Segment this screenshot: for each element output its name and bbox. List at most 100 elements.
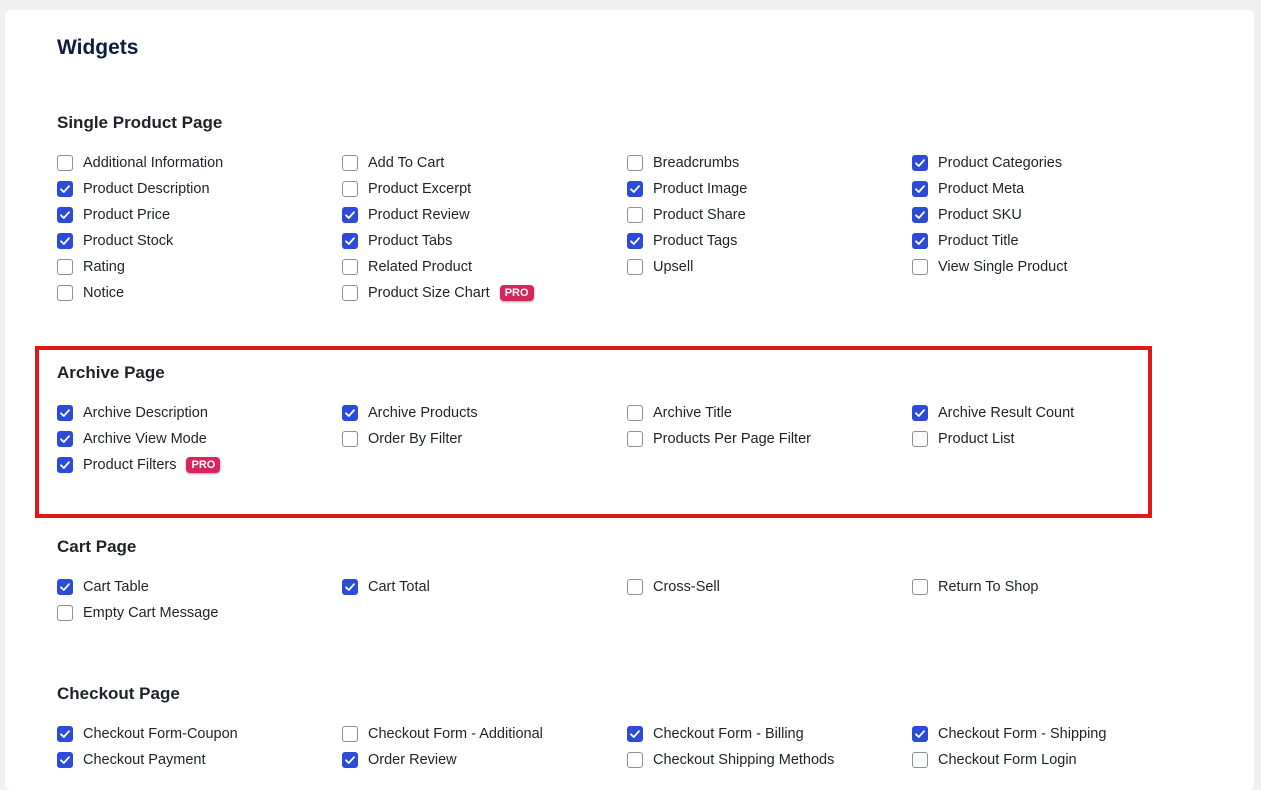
- widget-option[interactable]: Related Product: [342, 254, 627, 280]
- widget-option[interactable]: Product Review: [342, 202, 627, 228]
- widget-checkbox[interactable]: [627, 207, 643, 223]
- widget-option[interactable]: Checkout Form Login: [912, 747, 1157, 773]
- widget-checkbox[interactable]: [627, 181, 643, 197]
- widget-option[interactable]: Checkout Form - Shipping: [912, 721, 1157, 747]
- widget-checkbox[interactable]: [912, 155, 928, 171]
- widget-checkbox[interactable]: [912, 726, 928, 742]
- widget-checkbox[interactable]: [342, 259, 358, 275]
- widget-checkbox[interactable]: [342, 405, 358, 421]
- widget-option[interactable]: Checkout Form - Additional: [342, 721, 627, 747]
- widget-option[interactable]: Archive View Mode: [57, 426, 342, 452]
- widget-option[interactable]: Product Tags: [627, 228, 912, 254]
- widget-option[interactable]: Product SKU: [912, 202, 1157, 228]
- widget-checkbox[interactable]: [627, 259, 643, 275]
- widget-option[interactable]: Rating: [57, 254, 342, 280]
- widget-option[interactable]: Product Size Chart PRO: [342, 280, 627, 306]
- widget-option[interactable]: Empty Cart Message: [57, 600, 342, 626]
- widget-checkbox[interactable]: [57, 155, 73, 171]
- widget-option[interactable]: Product Filters PRO: [57, 452, 342, 478]
- widget-checkbox[interactable]: [912, 181, 928, 197]
- widget-option[interactable]: Checkout Payment: [57, 747, 342, 773]
- widget-checkbox[interactable]: [342, 726, 358, 742]
- widget-checkbox[interactable]: [57, 726, 73, 742]
- widget-option[interactable]: Archive Products: [342, 400, 627, 426]
- widget-checkbox[interactable]: [342, 579, 358, 595]
- widget-checkbox[interactable]: [342, 752, 358, 768]
- widget-checkbox[interactable]: [342, 207, 358, 223]
- widget-option[interactable]: Product Stock: [57, 228, 342, 254]
- widget-option[interactable]: Cart Table: [57, 574, 342, 600]
- widget-option[interactable]: Notice: [57, 280, 342, 306]
- widget-label: Archive Products: [368, 405, 478, 421]
- widget-checkbox[interactable]: [627, 431, 643, 447]
- widget-option[interactable]: Cart Total: [342, 574, 627, 600]
- widget-checkbox[interactable]: [627, 579, 643, 595]
- widget-checkbox[interactable]: [57, 233, 73, 249]
- widget-checkbox[interactable]: [342, 431, 358, 447]
- page-title: Widgets: [57, 36, 139, 59]
- checkmark-icon: [915, 409, 925, 417]
- widget-option[interactable]: Archive Title: [627, 400, 912, 426]
- widget-option[interactable]: Product Share: [627, 202, 912, 228]
- widget-label: Checkout Form - Shipping: [938, 726, 1107, 742]
- widget-checkbox[interactable]: [627, 155, 643, 171]
- widget-option[interactable]: Add To Cart: [342, 150, 627, 176]
- widget-option[interactable]: Return To Shop: [912, 574, 1157, 600]
- widget-option[interactable]: Breadcrumbs: [627, 150, 912, 176]
- checkmark-icon: [60, 583, 70, 591]
- widget-checkbox[interactable]: [627, 405, 643, 421]
- widget-checkbox[interactable]: [57, 457, 73, 473]
- widget-checkbox[interactable]: [342, 285, 358, 301]
- section-single-product-page: Single Product Page Additional Informati…: [57, 111, 1157, 306]
- widget-checkbox[interactable]: [57, 207, 73, 223]
- widget-option[interactable]: View Single Product: [912, 254, 1157, 280]
- widget-option[interactable]: Product Categories: [912, 150, 1157, 176]
- widget-option[interactable]: Order Review: [342, 747, 627, 773]
- widget-option[interactable]: Product Description: [57, 176, 342, 202]
- widget-option[interactable]: Checkout Shipping Methods: [627, 747, 912, 773]
- widget-option[interactable]: Order By Filter: [342, 426, 627, 452]
- widget-option[interactable]: Product List: [912, 426, 1157, 452]
- widget-checkbox[interactable]: [57, 405, 73, 421]
- widget-checkbox[interactable]: [57, 431, 73, 447]
- widget-grid: Checkout Form-Coupon Checkout Form - Addi…: [57, 721, 1157, 773]
- widget-checkbox[interactable]: [342, 181, 358, 197]
- widget-checkbox[interactable]: [342, 233, 358, 249]
- widget-option[interactable]: Product Excerpt: [342, 176, 627, 202]
- widget-option[interactable]: Cross-Sell: [627, 574, 912, 600]
- widget-label: Product Meta: [938, 181, 1025, 197]
- widget-checkbox[interactable]: [627, 726, 643, 742]
- widget-option[interactable]: Additional Information: [57, 150, 342, 176]
- widget-option[interactable]: Product Image: [627, 176, 912, 202]
- widget-checkbox[interactable]: [912, 431, 928, 447]
- widget-option[interactable]: Checkout Form-Coupon: [57, 721, 342, 747]
- widget-checkbox[interactable]: [627, 233, 643, 249]
- widget-checkbox[interactable]: [912, 405, 928, 421]
- widget-checkbox[interactable]: [912, 233, 928, 249]
- widget-option[interactable]: Archive Result Count: [912, 400, 1157, 426]
- widget-option[interactable]: Product Title: [912, 228, 1157, 254]
- widget-checkbox[interactable]: [57, 579, 73, 595]
- widget-checkbox[interactable]: [57, 181, 73, 197]
- widget-label: Order By Filter: [368, 431, 463, 447]
- widget-option[interactable]: Archive Description: [57, 400, 342, 426]
- widget-label: Rating: [83, 259, 125, 275]
- widget-option[interactable]: Product Tabs: [342, 228, 627, 254]
- widget-checkbox[interactable]: [342, 155, 358, 171]
- widget-option[interactable]: Product Price: [57, 202, 342, 228]
- checkmark-icon: [345, 409, 355, 417]
- widget-option[interactable]: Product Meta: [912, 176, 1157, 202]
- widget-checkbox[interactable]: [57, 285, 73, 301]
- widget-checkbox[interactable]: [57, 752, 73, 768]
- widget-option[interactable]: Upsell: [627, 254, 912, 280]
- widget-checkbox[interactable]: [912, 259, 928, 275]
- widget-checkbox[interactable]: [912, 579, 928, 595]
- widget-label: Order Review: [368, 752, 457, 768]
- widget-checkbox[interactable]: [57, 259, 73, 275]
- widget-checkbox[interactable]: [627, 752, 643, 768]
- widget-checkbox[interactable]: [912, 752, 928, 768]
- widget-option[interactable]: Checkout Form - Billing: [627, 721, 912, 747]
- widget-checkbox[interactable]: [57, 605, 73, 621]
- widget-checkbox[interactable]: [912, 207, 928, 223]
- widget-option[interactable]: Products Per Page Filter: [627, 426, 912, 452]
